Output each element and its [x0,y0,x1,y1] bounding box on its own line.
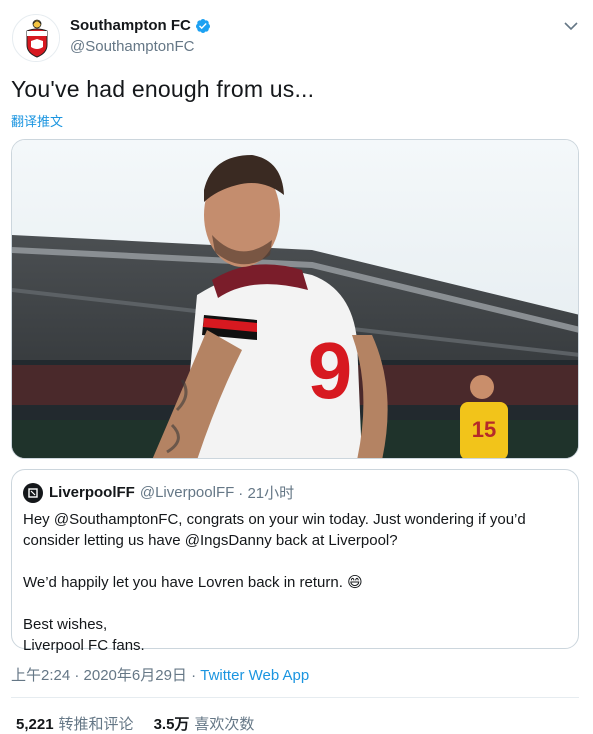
liverpoolff-logo-icon [23,482,43,503]
tweet-photo[interactable]: 15 9 [11,139,579,459]
quoted-line-3: Best wishes, [23,616,108,633]
likes-label: 喜欢次数 [194,716,255,733]
club-crest-icon [14,16,59,61]
bg-player-number: 15 [472,417,496,442]
quoted-time: · 21小时 [238,485,295,502]
retweets-count: 5,221 [16,716,54,733]
likes-stat[interactable]: 3.5万 喜欢次数 [154,713,255,734]
author-names: Southampton FC @SouthamptonFC [70,17,211,55]
quoted-tweet-header: LiverpoolFF @LiverpoolFF · 21小时 [23,482,567,503]
avatar[interactable] [12,14,60,62]
verified-badge-icon [195,18,210,33]
shirt-number: 9 [308,326,353,415]
tweet-meta: 上午2:24 · 2020年6月29日 · Twitter Web App [11,664,309,685]
author-display-name[interactable]: Southampton FC [70,17,211,34]
tweet-header: Southampton FC @SouthamptonFC [10,12,583,64]
quoted-tweet-body: Hey @SouthamptonFC, congrats on your win… [23,509,567,656]
tweet-source-app[interactable]: Twitter Web App [200,667,309,684]
tweet-timestamp[interactable]: 上午2:24 · 2020年6月29日 · [11,667,200,684]
likes-count: 3.5万 [153,716,190,733]
tweet-text: You've had enough from us... [11,76,315,102]
retweets-label: 转推和评论 [58,716,134,733]
divider [11,697,579,698]
quoted-author-handle: @LiverpoolFF [139,484,235,501]
translate-tweet-link[interactable]: 翻译推文 [11,111,63,130]
author-handle[interactable]: @SouthamptonFC [70,38,211,55]
player-photo: 15 9 [12,140,578,458]
quoted-line-4: Liverpool FC fans. [23,637,145,654]
retweets-stat[interactable]: 5,221 转推和评论 [16,713,134,734]
author-name-text: Southampton FC [70,17,191,34]
quoted-author-name: LiverpoolFF [49,484,135,501]
tweet-stats: 5,221 转推和评论 3.5万 喜欢次数 [16,713,254,734]
quoted-line-1: Hey @SouthamptonFC, congrats on your win… [23,511,526,549]
quoted-tweet[interactable]: LiverpoolFF @LiverpoolFF · 21小时 Hey @Sou… [11,469,579,654]
quoted-line-2: We’d happily let you have Lovren back in… [23,574,363,591]
chevron-down-icon[interactable] [561,16,581,36]
